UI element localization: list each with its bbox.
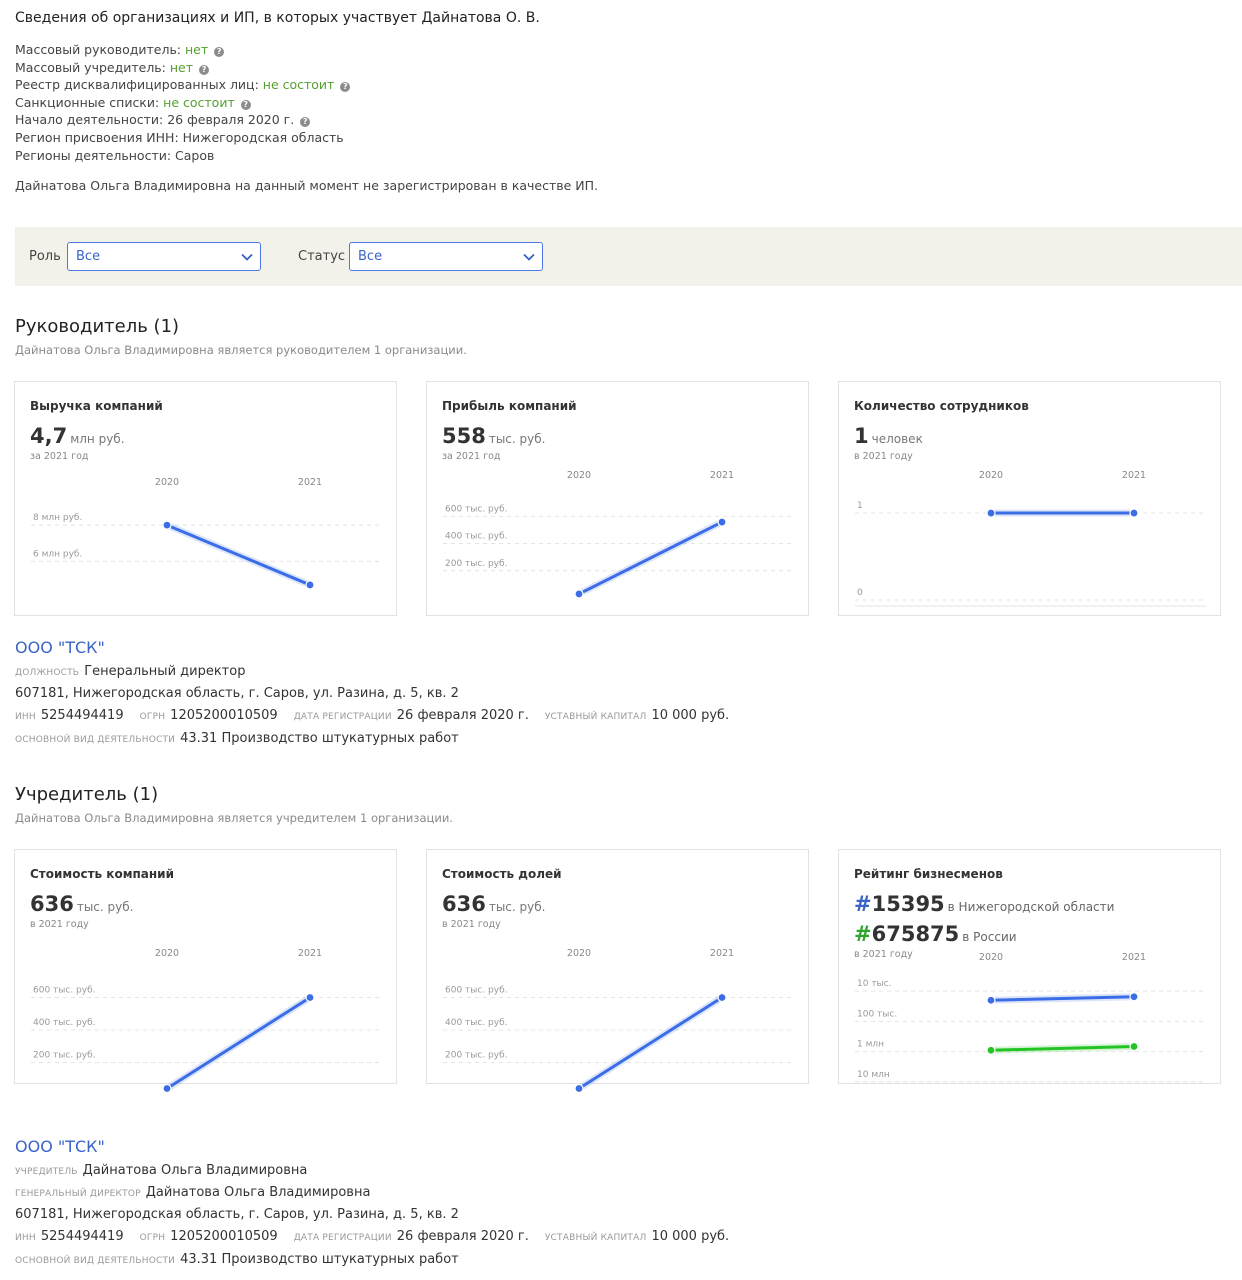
data-point (305, 580, 315, 590)
x-tick-label: 2020 (567, 948, 591, 959)
founder-org-founder: учредитель Дайнатова Ольга Владимировна (15, 1163, 308, 1178)
info-row-activity-regions: Регионы деятельности: Саров (15, 147, 215, 163)
info-row-inn-region: Регион присвоения ИНН: Нижегородская обл… (15, 129, 344, 145)
y-tick-label: 0 (857, 588, 863, 598)
x-tick-label: 2021 (1122, 952, 1146, 963)
y-tick-label: 1 млн (857, 1040, 884, 1050)
info-row-mass-founder: Массовый учредитель: нет? (15, 59, 350, 77)
data-point (717, 517, 727, 527)
company-value-card: Стоимость компаний 636 тыс. руб. в 2021 г… (14, 849, 397, 1094)
series-line (165, 523, 312, 587)
rating-chart: 10 тыс. 100 тыс. 1 млн 10 млн 2020 2021 (855, 952, 1206, 1083)
help-icon[interactable]: ? (214, 47, 225, 57)
y-tick-label: 1 (857, 501, 863, 511)
x-tick-label: 2021 (298, 477, 322, 488)
founder-org-activity: основной вид деятельности 43.31 Производс… (15, 1252, 459, 1267)
x-tick-label: 2021 (298, 948, 322, 959)
director-org-position: должность Генеральный директор (15, 664, 246, 679)
role-select[interactable]: Все (67, 242, 261, 271)
founder-org-director: генеральный директор Дайнатова Ольга Влад… (15, 1185, 371, 1200)
data-point (305, 992, 315, 1003)
filter-bar: Роль Все Статус Все (15, 227, 1242, 286)
y-tick-label: 600 тыс. руб. (445, 986, 508, 996)
y-tick-label: 200 тыс. руб. (445, 1051, 508, 1061)
series-line (577, 520, 724, 596)
founder-org-link[interactable]: ООО "ТСК" (15, 1137, 105, 1156)
y-tick-label: 6 млн руб. (33, 549, 82, 559)
x-tick-label: 2021 (1122, 470, 1146, 481)
y-tick-label: 200 тыс. руб. (33, 1051, 96, 1061)
data-point (1129, 1041, 1139, 1052)
data-point (574, 1083, 584, 1094)
revenue-chart: 8 млн руб. 6 млн руб. 2020 2021 (31, 477, 382, 590)
x-tick-label: 2020 (567, 470, 591, 481)
role-label: Роль (29, 249, 61, 264)
data-point (162, 1083, 172, 1094)
y-tick-label: 400 тыс. руб. (445, 1018, 508, 1028)
x-tick-label: 2021 (710, 470, 734, 481)
y-tick-label: 10 тыс. (857, 979, 891, 989)
ip-note: Дайнатова Ольга Владимировна на данный м… (15, 178, 599, 193)
director-org-address: 607181, Нижегородская область, г. Саров,… (15, 686, 459, 701)
x-tick-label: 2020 (155, 477, 179, 488)
y-tick-label: 600 тыс. руб. (33, 986, 96, 996)
status-label: Статус (298, 249, 346, 264)
status-select[interactable]: Все (349, 242, 543, 271)
data-point (986, 995, 996, 1005)
y-tick-label: 600 тыс. руб. (445, 504, 508, 514)
data-point (986, 1045, 996, 1055)
y-tick-label: 10 млн (857, 1070, 890, 1080)
chevron-down-icon (241, 253, 253, 261)
data-point (574, 589, 584, 599)
data-point (1129, 992, 1139, 1002)
revenue-card: Выручка компаний 4,7 млн руб. за 2021 год… (14, 381, 397, 616)
series-line (165, 996, 312, 1090)
x-tick-label: 2021 (710, 948, 734, 959)
founder-section-title: Учредитель (1) (15, 784, 159, 805)
x-tick-label: 2020 (979, 952, 1003, 963)
director-org-ids: инн 5254494419 огрн 1205200010509 дата регис… (15, 708, 730, 723)
help-icon[interactable]: ? (240, 99, 251, 110)
y-tick-label: 400 тыс. руб. (445, 532, 508, 542)
director-section-subtitle: Дайнатова Ольга Владимировна является ру… (15, 343, 467, 357)
y-tick-label: 100 тыс. (857, 1009, 897, 1019)
data-point (162, 520, 172, 530)
data-point (986, 508, 996, 518)
director-org-activity: основной вид деятельности 43.31 Производс… (15, 731, 459, 746)
founder-org-address: 607181, Нижегородская область, г. Саров,… (15, 1207, 459, 1222)
y-tick-label: 400 тыс. руб. (33, 1018, 96, 1028)
director-org-link[interactable]: ООО "ТСК" (15, 638, 105, 657)
share-value-chart: 600 тыс. руб. 400 тыс. руб. 200 тыс. руб. 2… (443, 948, 794, 1094)
info-row-mass-director: Массовый руководитель: нет? (15, 41, 350, 59)
person-info: Массовый руководитель: нет? Массовый учр… (15, 41, 351, 164)
series-line (577, 996, 724, 1090)
share-value-card: Стоимость долей 636 тыс. руб. в 2021 году… (426, 849, 809, 1094)
rating-card: Рейтинг бизнесменов #15395 в Нижегородско… (838, 849, 1221, 1084)
founder-org-ids: инн 5254494419 огрн 1205200010509 дата регис… (15, 1229, 730, 1244)
employees-card: Количество сотрудников 1 человек в 2021 г… (838, 381, 1221, 616)
company-value-chart: 600 тыс. руб. 400 тыс. руб. 200 тыс. руб. 2… (31, 948, 382, 1094)
chevron-down-icon (523, 253, 535, 261)
y-tick-label: 200 тыс. руб. (445, 559, 508, 569)
help-icon[interactable]: ? (300, 117, 311, 128)
founder-section-subtitle: Дайнатова Ольга Владимировна является уч… (15, 811, 453, 825)
employees-chart: 1 0 2020 2021 (855, 470, 1206, 607)
profit-card: Прибыль компаний 558 тыс. руб. за 2021 го… (426, 381, 809, 616)
y-tick-label: 8 млн руб. (33, 513, 82, 523)
profit-chart: 600 тыс. руб. 400 тыс. руб. 200 тыс. руб. 2… (443, 470, 794, 599)
director-section-title: Руководитель (1) (15, 316, 180, 337)
info-row-disqualified: Реестр дисквалифицированных лиц: не сост… (15, 76, 351, 94)
info-row-start-date: Начало деятельности: 26 февраля 2020 г.? (15, 111, 350, 129)
data-point (717, 992, 727, 1003)
x-tick-label: 2020 (979, 470, 1003, 481)
help-icon[interactable]: ? (199, 64, 210, 75)
data-point (1129, 508, 1139, 518)
page-title: Сведения об организациях и ИП, в которых… (15, 10, 540, 26)
x-tick-label: 2020 (155, 948, 179, 959)
help-icon[interactable]: ? (340, 82, 351, 93)
info-row-sanctions: Санкционные списки: не состоит? (15, 94, 350, 112)
